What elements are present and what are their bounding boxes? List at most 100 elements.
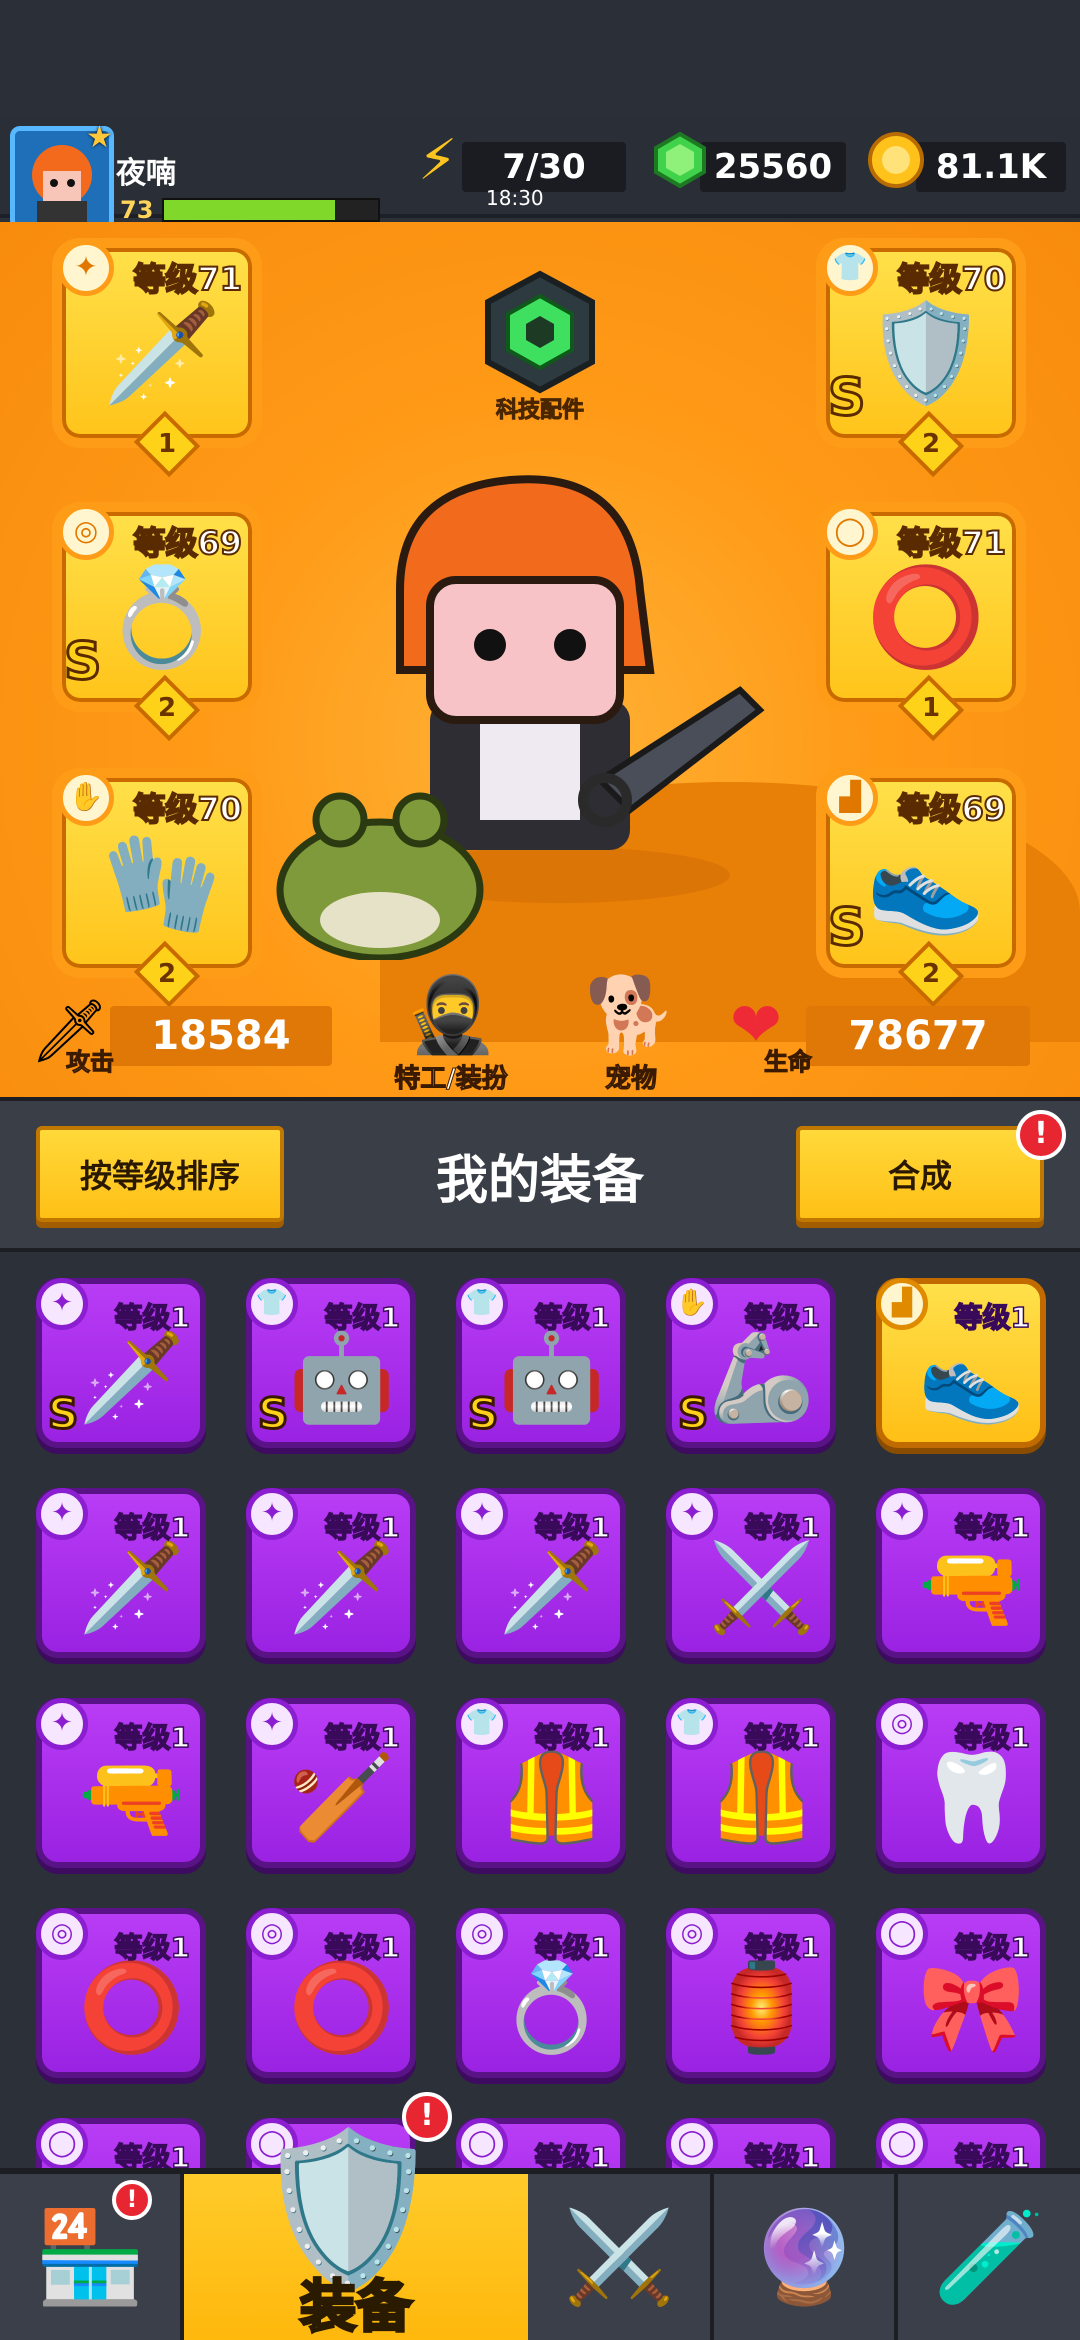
item-category-icon: ◯: [876, 1908, 928, 1960]
inventory-item[interactable]: ✦ 🗡️ 等级1: [456, 1488, 626, 1658]
inventory-item[interactable]: ✋ 🦾 等级1 S: [666, 1278, 836, 1448]
status-bar: [0, 0, 1080, 118]
merge-alert-badge: !: [1016, 1110, 1066, 1160]
inventory-item[interactable]: ◎ ⭕ 等级1: [36, 1908, 206, 2078]
inventory-item[interactable]: 👕 🦺 等级1: [666, 1698, 836, 1868]
inventory-item[interactable]: ✦ ⚔️ 等级1: [666, 1488, 836, 1658]
inventory-item[interactable]: ◎ 🦷 等级1: [876, 1698, 1046, 1868]
inventory-item[interactable]: ◯⭕等级1: [666, 2118, 836, 2168]
inventory-item[interactable]: ✦ 🗡️ 等级1 S: [36, 1278, 206, 1448]
nav-event-tab[interactable]: 🔮: [714, 2174, 898, 2340]
agent-outfit-button[interactable]: 🥷 特工/装扮: [372, 972, 530, 1095]
inventory-item[interactable]: ◯ 🎀 等级1: [876, 1908, 1046, 2078]
inventory-item[interactable]: ✦ 🏏 等级1: [246, 1698, 416, 1868]
inventory-item[interactable]: ◎ ⭕ 等级1: [246, 1908, 416, 2078]
coin-icon[interactable]: [866, 130, 926, 204]
tech-hexagon-icon: [485, 270, 595, 394]
inventory-grid: ✦ 🗡️ 等级1 S 👕 🤖 等级1 S 👕 🤖 等级1 S ✋ 🦾 等级1 S ▟ 👟 等级1 ✦ 🗡️ 等级1 ✦ 🗡️ 等…: [0, 1256, 1080, 2168]
item-level: 等级1: [954, 1300, 1031, 1335]
slot-level: 等级69: [896, 789, 1007, 829]
item-icon: 🗡️: [78, 1538, 186, 1638]
sort-by-level-label: 按等级排序: [79, 1157, 240, 1195]
energy-counter[interactable]: 7/30: [462, 142, 626, 192]
inventory-item[interactable]: ✦ 🗡️ 等级1: [36, 1488, 206, 1658]
inventory-item[interactable]: ◎ 💍 等级1: [456, 1908, 626, 2078]
equipped-gloves-slot[interactable]: ✋ 🧤 等级70 2: [52, 768, 262, 1008]
inventory-item[interactable]: 👕 🤖 等级1 S: [246, 1278, 416, 1448]
item-level: 等级1: [954, 1510, 1031, 1545]
weapon-category-icon: ✦: [58, 240, 114, 296]
inventory-item[interactable]: ◎ 🏮 等级1: [666, 1908, 836, 2078]
nav-battle-tab[interactable]: ⚔️: [528, 2174, 714, 2340]
item-icon: 🗡️: [498, 1538, 606, 1638]
merge-button[interactable]: 合成: [796, 1126, 1044, 1222]
tech-accessory-button[interactable]: [478, 270, 602, 394]
coins-counter[interactable]: 81.1K: [916, 142, 1066, 192]
item-icon: 🔫: [78, 1748, 186, 1848]
star-ball-icon: 🔮: [747, 2204, 861, 2310]
item-level: 等级1: [534, 1510, 611, 1545]
slot-level: 等级69: [132, 523, 243, 563]
item-category-icon: ✦: [666, 1488, 718, 1540]
item-category-icon: 👕: [456, 1278, 508, 1330]
item-icon: 🦷: [918, 1748, 1026, 1848]
item-level: 等级1: [114, 1930, 191, 1965]
inventory-item[interactable]: ◯⭕等级1: [36, 2118, 206, 2168]
nav-lab-tab[interactable]: 🧪: [898, 2174, 1080, 2340]
gem-icon[interactable]: [650, 130, 710, 204]
inventory-item[interactable]: ✦ 🗡️ 等级1: [246, 1488, 416, 1658]
item-icon: ⭕: [288, 1958, 396, 2058]
equipped-weapon-slot[interactable]: ✦ 🗡️ 等级71 1: [52, 238, 262, 478]
energy-timer: 18:30: [486, 186, 544, 210]
item-level: 等级1: [114, 1510, 191, 1545]
hp-value: 78677: [848, 1013, 988, 1059]
inventory-item[interactable]: ◯⭕等级1: [456, 2118, 626, 2168]
attack-label: 攻击: [66, 1048, 115, 1077]
inventory-item[interactable]: ◯⭕等级1: [876, 2118, 1046, 2168]
shop-alert-badge: !: [112, 2180, 152, 2220]
boots-category-icon: ▟: [822, 770, 878, 826]
slot-level: 等级71: [132, 259, 243, 299]
item-icon: 🤖: [288, 1328, 396, 1428]
slot-level: 等级70: [132, 789, 243, 829]
equipped-ring-slot[interactable]: ◎ 💍 等级69 S 2: [52, 502, 262, 742]
inventory-item[interactable]: 👕 🤖 等级1 S: [456, 1278, 626, 1448]
inventory-item[interactable]: ✦ 🔫 等级1: [876, 1488, 1046, 1658]
item-level: 等级1: [744, 2140, 821, 2168]
gems-counter[interactable]: 25560: [700, 142, 846, 192]
tech-accessory-label: 科技配件: [495, 398, 584, 424]
xp-bar: [162, 198, 380, 222]
rank-badge: S: [826, 367, 866, 430]
pet-button[interactable]: 🐕 宠物: [566, 972, 696, 1095]
item-category-icon: ✦: [456, 1488, 508, 1540]
shiba-icon: 🐕: [584, 972, 678, 1058]
item-category-icon: ◎: [876, 1698, 928, 1750]
inventory-item[interactable]: ▟ 👟 等级1: [876, 1278, 1046, 1448]
item-category-icon: ◯: [876, 2118, 928, 2168]
rank-badge: S: [676, 1388, 709, 1440]
inventory-item[interactable]: 👕 🦺 等级1: [456, 1698, 626, 1868]
item-category-icon: ◎: [246, 1908, 298, 1960]
equipped-belt-slot[interactable]: ◯ ⭕ 等级71 1: [816, 502, 1026, 742]
item-category-icon: ✦: [36, 1278, 88, 1330]
item-category-icon: ◎: [36, 1908, 88, 1960]
item-level: 等级1: [114, 2140, 191, 2168]
item-level: 等级1: [114, 1300, 191, 1335]
item-level: 等级1: [744, 1720, 821, 1755]
equipped-boots-slot[interactable]: ▟ 👟 等级69 S 2: [816, 768, 1026, 1008]
item-icon: 🔫: [918, 1538, 1026, 1638]
coins-value: 81.1K: [935, 147, 1047, 187]
item-category-icon: ✦: [36, 1488, 88, 1540]
equipped-armor-slot[interactable]: 👕 🛡️ 等级70 S 2: [816, 238, 1026, 478]
player-name: 夜喃: [116, 156, 176, 191]
item-icon: ⚔️: [708, 1538, 816, 1638]
glove-category-icon: ✋: [58, 770, 114, 826]
xp-bar-fill: [164, 200, 336, 220]
sort-by-level-button[interactable]: 按等级排序: [36, 1126, 284, 1222]
hp-label: 生命: [764, 1048, 813, 1077]
inventory-item[interactable]: ✦ 🔫 等级1: [36, 1698, 206, 1868]
nav-shop-tab[interactable]: 🏪: [0, 2174, 184, 2340]
my-equipment-title: 我的装备: [435, 1151, 644, 1211]
energy-bolt-icon[interactable]: ⚡: [418, 128, 457, 193]
agent-outfit-label: 特工/装扮: [394, 1064, 509, 1095]
